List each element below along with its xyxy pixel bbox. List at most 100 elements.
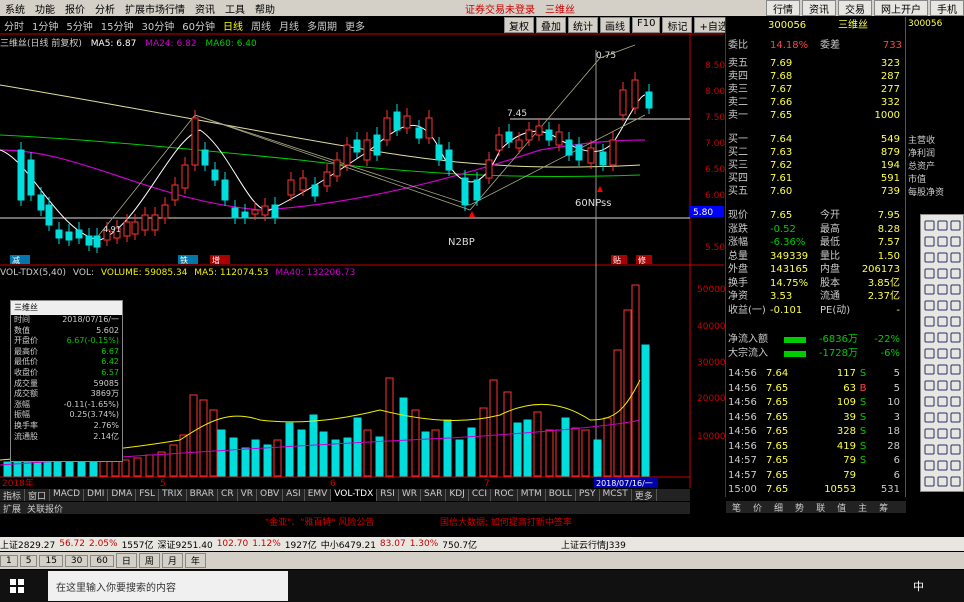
indicator-tab[interactable]: MACD [50, 489, 85, 501]
period-button[interactable]: 周 [138, 553, 160, 568]
drawing-tool-icon[interactable] [950, 268, 961, 279]
indicator-tab[interactable]: PSY [576, 489, 600, 501]
period-button[interactable]: 15 [39, 554, 63, 567]
indicator-tab[interactable]: ASI [283, 489, 305, 501]
indicator-tab[interactable]: BOLL [546, 489, 576, 501]
drawing-tool-icon[interactable] [950, 316, 961, 327]
drawing-tool-icon[interactable] [950, 444, 961, 455]
drawing-tool-icon[interactable] [950, 380, 961, 391]
drawing-tool-icon[interactable] [950, 460, 961, 471]
status-notice-right[interactable]: 国信大数据: 如何提高打新中签率 [440, 515, 572, 528]
indicator-tab[interactable]: DMI [84, 489, 109, 501]
indicator-tab[interactable]: CCI [469, 489, 492, 501]
drawing-tool-icon[interactable] [924, 300, 935, 311]
drawing-tool-icon[interactable] [924, 460, 935, 471]
quote-tab[interactable]: 筹 [873, 501, 894, 514]
drawing-tool-icon[interactable] [924, 316, 935, 327]
taskbar-search-input[interactable]: 在这里输入你要搜索的内容 [48, 571, 288, 601]
period-button[interactable]: 30 [64, 554, 89, 567]
quote-tab[interactable]: 势 [789, 501, 810, 514]
drawing-tool-icon[interactable] [924, 412, 935, 423]
sz-index[interactable]: 深证9251.40 [157, 538, 212, 551]
drawing-tool-icon[interactable] [950, 300, 961, 311]
drawing-tool-icon[interactable] [924, 444, 935, 455]
indicator-tab[interactable]: OBV [257, 489, 284, 501]
indicator-tab[interactable]: FSL [136, 489, 159, 501]
drawing-tools-palette[interactable] [920, 214, 964, 492]
drawing-tool-icon[interactable] [924, 428, 935, 439]
drawing-tool-icon[interactable] [924, 396, 935, 407]
drawing-tool-icon[interactable] [937, 380, 948, 391]
drawing-tool-icon[interactable] [937, 348, 948, 359]
quote-tab[interactable]: 主 [852, 501, 873, 514]
drawing-tool-icon[interactable] [924, 236, 935, 247]
drawing-tool-icon[interactable] [924, 284, 935, 295]
quote-tab[interactable]: 联 [810, 501, 831, 514]
sh-index[interactable]: 上证2829.27 [0, 538, 55, 551]
period-button[interactable]: 年 [184, 553, 206, 568]
zx-index[interactable]: 中小6479.21 [321, 538, 376, 551]
cloud-quote[interactable]: 上证云行情J339 [561, 538, 626, 551]
indicator-tab[interactable]: VOL-TDX [331, 489, 378, 501]
quote-tab[interactable]: 细 [768, 501, 789, 514]
drawing-tool-icon[interactable] [937, 396, 948, 407]
drawing-tool-icon[interactable] [950, 252, 961, 263]
indicator-tab[interactable]: MTM [518, 489, 546, 501]
period-button[interactable]: 月 [161, 553, 183, 568]
indicator-tab[interactable]: 指标 [0, 489, 26, 502]
indicator-tab[interactable]: DMA [108, 489, 137, 501]
indicator-tab[interactable]: TRIX [159, 489, 187, 501]
ime-indicator[interactable]: 中 [913, 578, 924, 594]
drawing-tool-icon[interactable] [924, 380, 935, 391]
tab-related-quote[interactable]: 关联报价 [24, 502, 66, 515]
drawing-tool-icon[interactable] [937, 236, 948, 247]
drawing-tool-icon[interactable] [950, 364, 961, 375]
drawing-tool-icon[interactable] [937, 332, 948, 343]
indicator-tab[interactable]: SAR [421, 489, 447, 501]
quote-tab[interactable]: 笔 [726, 501, 747, 514]
cursor-info-box[interactable]: 三维丝 时间 2018/07/16/一 数值 5.602 开盘价 6.67(-0.15%)… [10, 300, 123, 462]
period-button[interactable]: 日 [115, 553, 137, 568]
drawing-tool-icon[interactable] [924, 332, 935, 343]
drawing-tool-icon[interactable] [937, 300, 948, 311]
indicator-tab[interactable]: BRAR [187, 489, 219, 501]
indicator-tab[interactable]: 窗口 [25, 489, 51, 502]
drawing-tool-icon[interactable] [924, 348, 935, 359]
drawing-tool-icon[interactable] [937, 428, 948, 439]
indicator-tab[interactable]: ROC [491, 489, 518, 501]
drawing-tool-icon[interactable] [937, 476, 948, 487]
drawing-tool-icon[interactable] [950, 476, 961, 487]
drawing-tool-icon[interactable] [924, 476, 935, 487]
drawing-tool-icon[interactable] [937, 364, 948, 375]
drawing-tool-icon[interactable] [950, 236, 961, 247]
drawing-tool-icon[interactable] [924, 252, 935, 263]
drawing-tool-icon[interactable] [950, 412, 961, 423]
drawing-tool-icon[interactable] [937, 460, 948, 471]
drawing-tool-icon[interactable] [950, 332, 961, 343]
drawing-tool-icon[interactable] [937, 444, 948, 455]
indicator-tab[interactable]: WR [399, 489, 422, 501]
drawing-tool-icon[interactable] [937, 268, 948, 279]
indicator-tab[interactable]: VR [238, 489, 258, 501]
indicator-tab[interactable]: RSI [377, 489, 399, 501]
drawing-tool-icon[interactable] [937, 284, 948, 295]
drawing-tool-icon[interactable] [950, 348, 961, 359]
drawing-tool-icon[interactable] [950, 284, 961, 295]
period-button[interactable]: 60 [90, 554, 114, 567]
drawing-tool-icon[interactable] [937, 316, 948, 327]
tab-extended[interactable]: 扩展 [0, 502, 24, 515]
quote-tab[interactable]: 价 [747, 501, 768, 514]
indicator-tab[interactable]: CR [218, 489, 238, 501]
quote-tab[interactable]: 值 [831, 501, 852, 514]
status-notice-left[interactable]: "金亚"、"雅百特" 风险公告 [265, 515, 374, 528]
indicator-tab[interactable]: EMV [305, 489, 332, 501]
drawing-tool-icon[interactable] [950, 396, 961, 407]
indicator-tab[interactable]: KDJ [446, 489, 469, 501]
windows-start-icon[interactable] [10, 579, 24, 593]
drawing-tool-icon[interactable] [950, 428, 961, 439]
indicator-tab[interactable]: 更多 [632, 489, 657, 502]
drawing-tool-icon[interactable] [937, 412, 948, 423]
drawing-tool-icon[interactable] [937, 252, 948, 263]
period-button[interactable]: 1 [0, 554, 18, 567]
indicator-tab[interactable]: MCST [600, 489, 632, 501]
